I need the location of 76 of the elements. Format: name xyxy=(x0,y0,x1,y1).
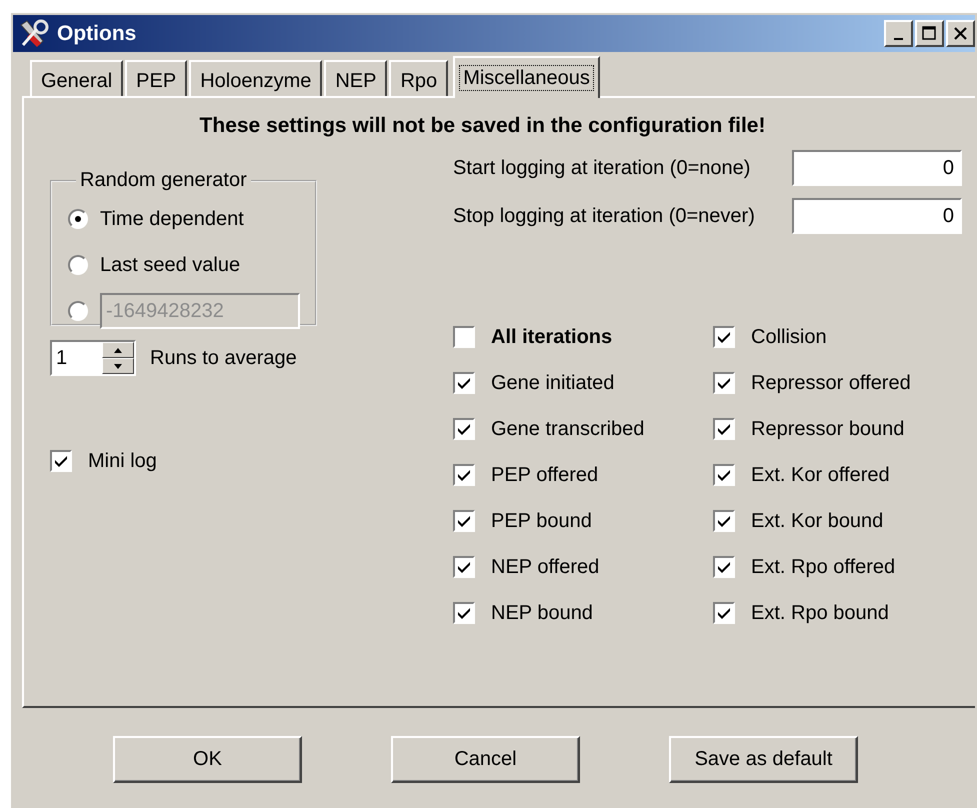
checkbox[interactable] xyxy=(453,510,475,532)
checkbox[interactable] xyxy=(453,464,475,486)
check-mark-icon xyxy=(457,515,471,527)
dialog-button[interactable]: Save as default xyxy=(669,736,858,783)
check-mark-icon xyxy=(717,423,731,435)
window-title: Options xyxy=(57,22,138,46)
checkbox-label: Repressor bound xyxy=(751,418,904,440)
checkbox-label: NEP offered xyxy=(491,556,600,578)
checkbox-label: Ext. Kor bound xyxy=(751,510,884,532)
maximize-button[interactable] xyxy=(915,20,944,47)
checkbox-label: Gene transcribed xyxy=(491,418,644,440)
field-label: Start logging at iteration (0=none) xyxy=(453,156,752,180)
radio-label: Last seed value xyxy=(100,254,240,276)
checkbox[interactable] xyxy=(713,510,735,532)
check-mark-icon xyxy=(717,561,731,573)
checkbox[interactable] xyxy=(453,602,475,624)
checkbox[interactable] xyxy=(453,556,475,578)
checkbox[interactable] xyxy=(453,326,475,348)
close-button[interactable] xyxy=(946,20,975,47)
checkbox-label: All iterations xyxy=(491,326,612,348)
dialog-button[interactable]: OK xyxy=(113,736,302,783)
checkbox[interactable] xyxy=(713,418,735,440)
radio-button[interactable] xyxy=(68,255,88,275)
checkbox[interactable] xyxy=(453,418,475,440)
spin-down-button[interactable] xyxy=(102,358,134,374)
tab[interactable]: Holoenzyme xyxy=(189,60,322,96)
tab[interactable]: NEP xyxy=(324,60,388,96)
check-mark-icon xyxy=(457,607,471,619)
group-title: Random generator xyxy=(79,169,248,192)
radio-button[interactable] xyxy=(68,209,88,229)
spin-up-button[interactable] xyxy=(102,342,134,358)
check-mark-icon xyxy=(717,331,731,343)
checkbox-label: Ext. Rpo offered xyxy=(751,556,896,578)
check-mark-icon xyxy=(457,561,471,573)
checkbox[interactable] xyxy=(713,556,735,578)
spin-box[interactable]: 1 xyxy=(50,340,136,376)
number-field[interactable]: 0 xyxy=(792,150,962,186)
checkbox-label: Collision xyxy=(751,326,827,348)
checkbox-label: Repressor offered xyxy=(751,372,911,394)
check-mark-icon xyxy=(717,515,731,527)
tab[interactable]: PEP xyxy=(125,60,188,96)
check-mark-icon xyxy=(717,607,731,619)
close-icon xyxy=(952,26,969,41)
check-mark-icon xyxy=(457,469,471,481)
dialog-button[interactable]: Cancel xyxy=(391,736,580,783)
checkbox[interactable] xyxy=(453,372,475,394)
check-mark-icon xyxy=(54,455,68,467)
checkbox[interactable] xyxy=(50,450,72,472)
check-mark-icon xyxy=(717,377,731,389)
check-mark-icon xyxy=(457,377,471,389)
checkbox-label: Ext. Kor offered xyxy=(751,464,890,486)
number-field[interactable]: 0 xyxy=(792,198,962,234)
checkbox-label: Gene initiated xyxy=(491,372,614,394)
field-label: Stop logging at iteration (0=never) xyxy=(453,204,756,228)
field-label: Runs to average xyxy=(150,346,297,370)
notice-text: These settings will not be saved in the configuration file! xyxy=(198,114,766,138)
checkbox-label: NEP bound xyxy=(491,602,593,624)
checkbox-label: PEP bound xyxy=(491,510,592,532)
minimize-icon xyxy=(894,38,903,40)
checkbox-label: Ext. Rpo bound xyxy=(751,602,889,624)
checkbox[interactable] xyxy=(713,372,735,394)
minimize-button[interactable] xyxy=(884,20,913,47)
down-arrow-icon xyxy=(114,364,122,368)
tab[interactable]: General xyxy=(30,60,124,96)
radio-label: Time dependent xyxy=(100,208,244,230)
checkbox[interactable] xyxy=(713,464,735,486)
tab[interactable]: Miscellaneous xyxy=(453,56,600,98)
checkbox-label: PEP offered xyxy=(491,464,598,486)
check-mark-icon xyxy=(717,469,731,481)
checkbox[interactable] xyxy=(713,602,735,624)
checkbox-label: Mini log xyxy=(88,450,157,472)
maximize-icon xyxy=(921,26,938,41)
up-arrow-icon xyxy=(114,348,122,352)
tab[interactable]: Rpo xyxy=(389,60,448,96)
checkbox[interactable] xyxy=(713,326,735,348)
check-mark-icon xyxy=(457,423,471,435)
